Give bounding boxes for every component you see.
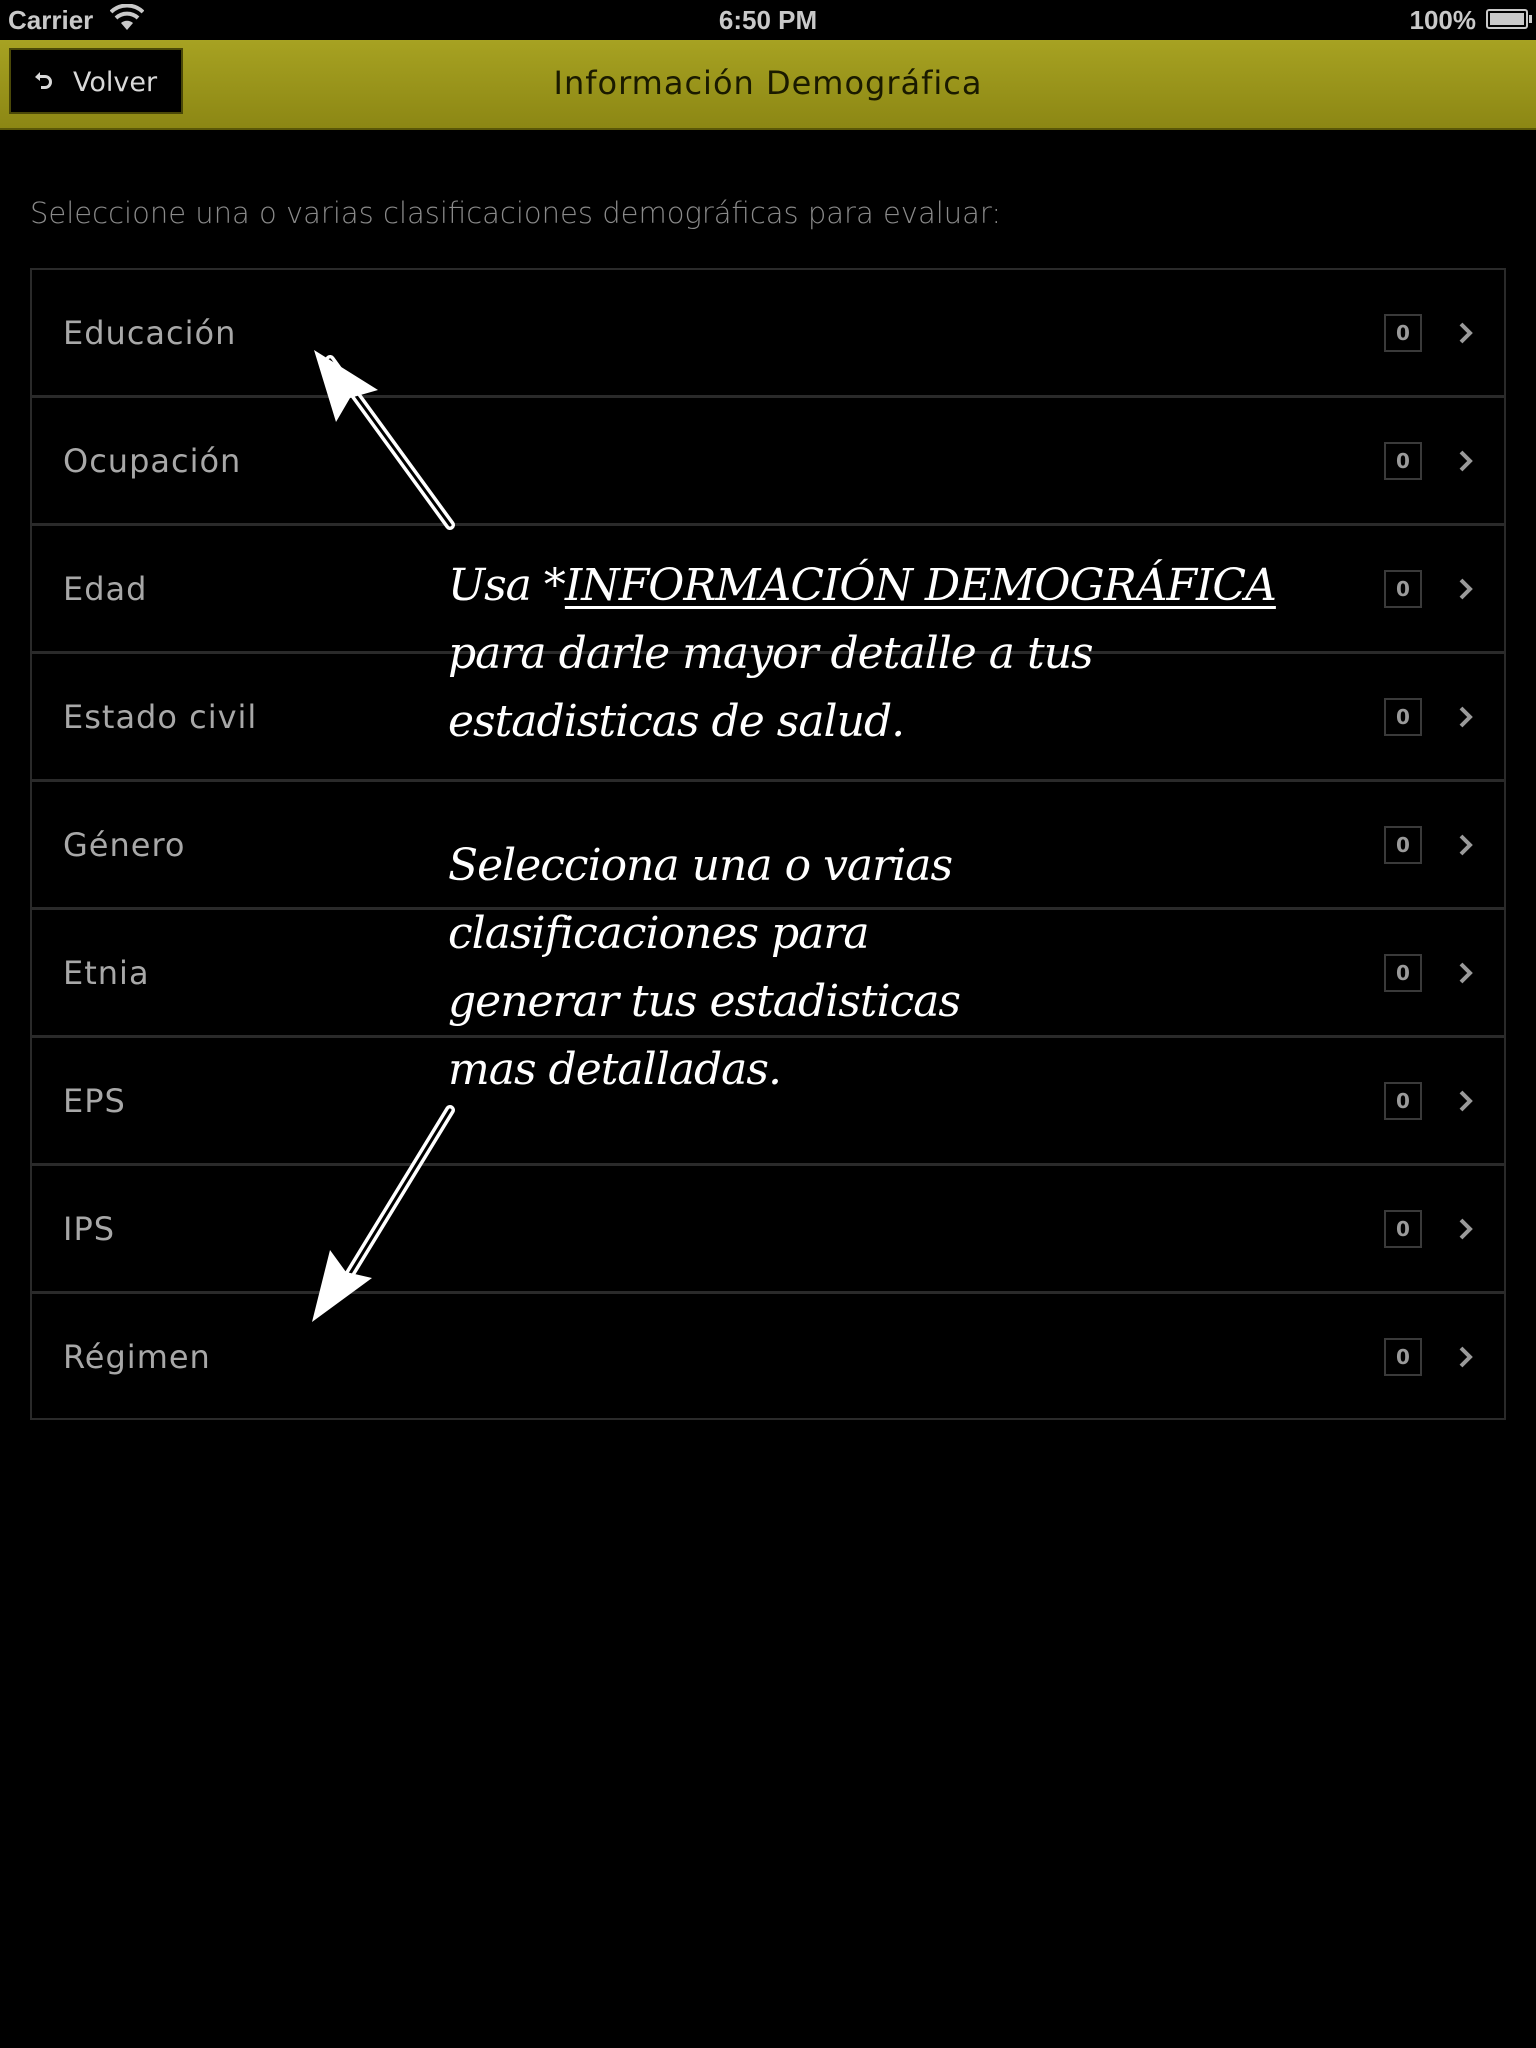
list-item-label: Etnia — [63, 954, 150, 992]
battery-percentage: 100% — [1409, 5, 1477, 35]
list-item-ocupacion[interactable]: Ocupación 0 — [32, 398, 1504, 526]
list-item-label: Género — [63, 826, 186, 864]
list-item-label: Estado civil — [63, 698, 258, 736]
list-item-estado-civil[interactable]: Estado civil 0 — [32, 654, 1504, 782]
count-badge: 0 — [1384, 314, 1422, 352]
chevron-right-icon — [1459, 834, 1473, 856]
list-item-etnia[interactable]: Etnia 0 — [32, 910, 1504, 1038]
classification-list: Educación 0 Ocupación 0 Edad 0 Estado ci… — [30, 268, 1506, 1420]
chevron-right-icon — [1459, 322, 1473, 344]
count-badge: 0 — [1384, 1210, 1422, 1248]
list-item-label: IPS — [63, 1210, 116, 1248]
list-item-edad[interactable]: Edad 0 — [32, 526, 1504, 654]
count-badge: 0 — [1384, 698, 1422, 736]
list-item-educacion[interactable]: Educación 0 — [32, 270, 1504, 398]
status-time: 6:50 PM — [718, 5, 818, 35]
count-badge: 0 — [1384, 1338, 1422, 1376]
page-title: Información Demográfica — [553, 64, 983, 102]
list-item-label: Edad — [63, 570, 148, 608]
count-badge: 0 — [1384, 570, 1422, 608]
count-badge: 0 — [1384, 826, 1422, 864]
navigation-bar: Volver Información Demográfica — [0, 40, 1536, 130]
chevron-right-icon — [1459, 1218, 1473, 1240]
list-item-genero[interactable]: Género 0 — [32, 782, 1504, 910]
count-badge: 0 — [1384, 954, 1422, 992]
list-item-ips[interactable]: IPS 0 — [32, 1166, 1504, 1294]
chevron-right-icon — [1459, 1346, 1473, 1368]
chevron-right-icon — [1459, 1090, 1473, 1112]
list-item-eps[interactable]: EPS 0 — [32, 1038, 1504, 1166]
list-item-label: Régimen — [63, 1338, 211, 1376]
chevron-right-icon — [1459, 450, 1473, 472]
chevron-right-icon — [1459, 706, 1473, 728]
chevron-right-icon — [1459, 578, 1473, 600]
status-bar: Carrier 6:50 PM 100% — [0, 0, 1536, 40]
list-item-label: EPS — [63, 1082, 126, 1120]
list-item-regimen[interactable]: Régimen 0 — [32, 1294, 1504, 1418]
list-item-label: Ocupación — [63, 442, 242, 480]
list-item-label: Educación — [63, 314, 237, 352]
instruction-text: Seleccione una o varias clasificaciones … — [30, 196, 1002, 230]
count-badge: 0 — [1384, 442, 1422, 480]
battery-icon — [1486, 9, 1532, 29]
count-badge: 0 — [1384, 1082, 1422, 1120]
chevron-right-icon — [1459, 962, 1473, 984]
